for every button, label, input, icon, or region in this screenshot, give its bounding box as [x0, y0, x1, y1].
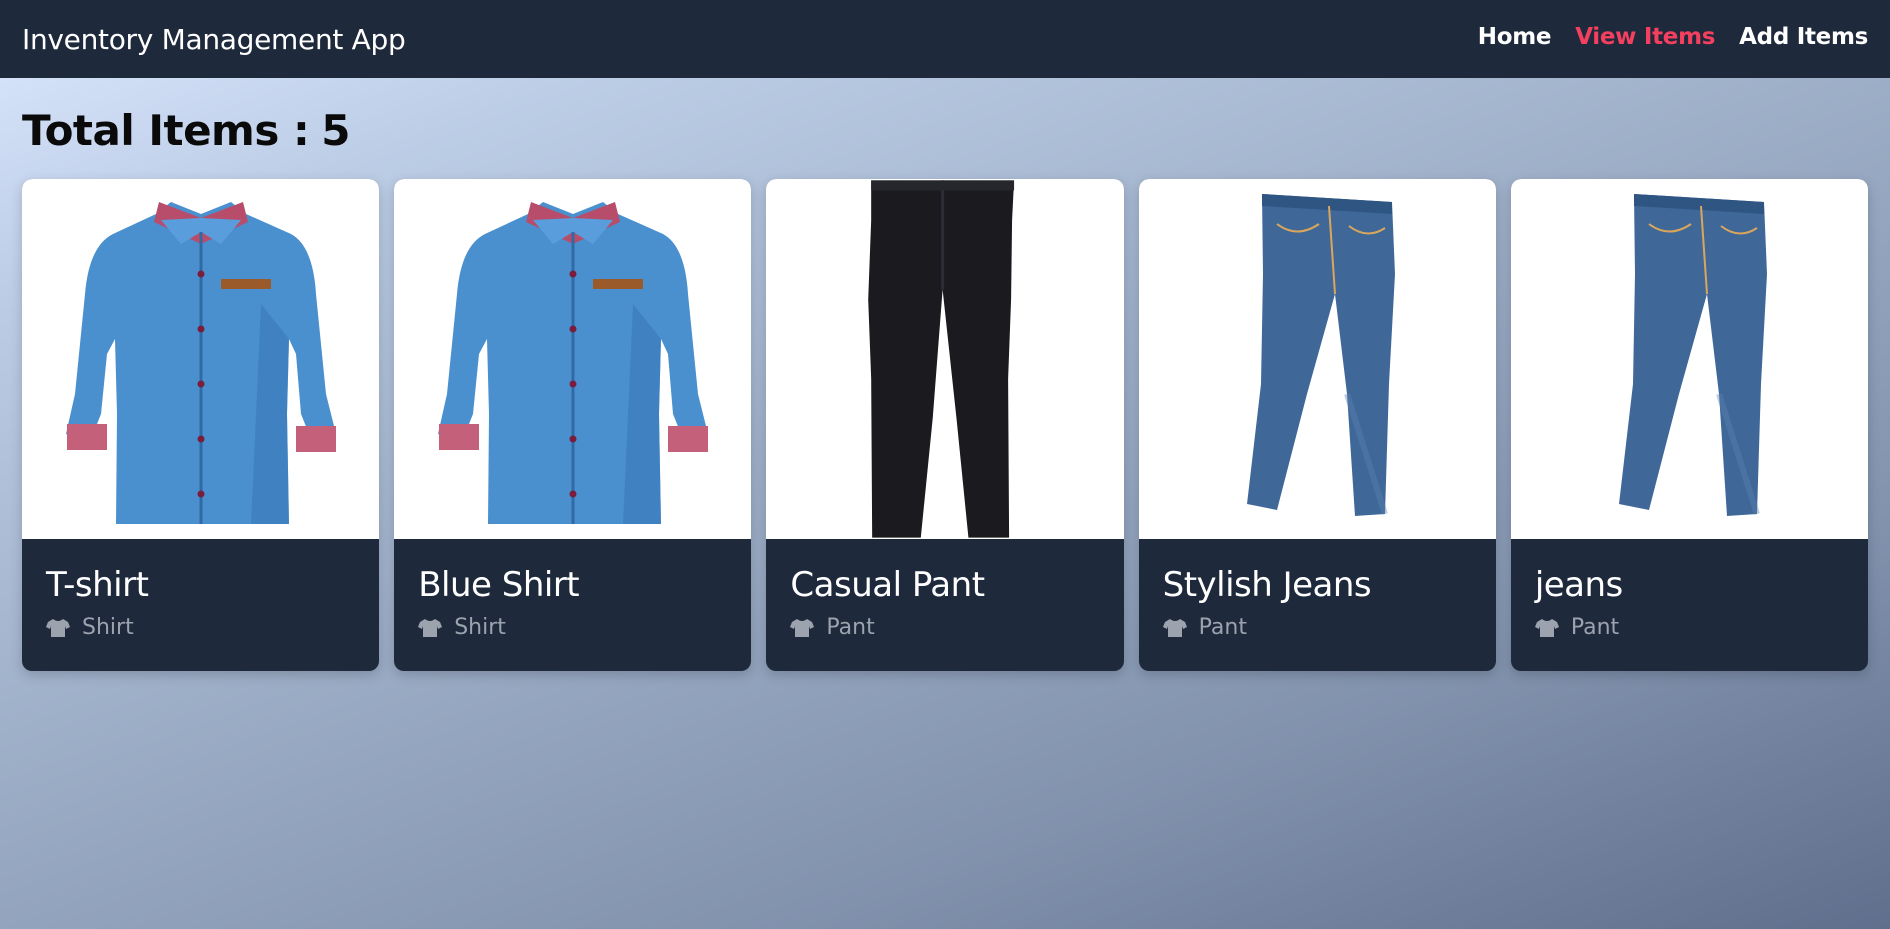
item-card[interactable]: Casual Pant Pant	[766, 179, 1124, 671]
item-image-black-pant	[766, 179, 1124, 539]
item-category-label: Pant	[826, 615, 875, 640]
item-name: jeans	[1534, 565, 1623, 605]
item-category: Pant	[790, 615, 1099, 640]
tshirt-icon	[1162, 618, 1187, 637]
tshirt-icon	[46, 618, 70, 637]
item-image-blue-jeans	[1138, 179, 1496, 539]
item-card-body: Casual Pant Pant	[766, 539, 1123, 666]
tshirt-icon	[418, 618, 443, 637]
tshirt-icon	[1534, 618, 1559, 637]
total-items-count: 5	[321, 106, 350, 155]
item-image-denim-shirt	[22, 179, 380, 539]
nav-add-items-link[interactable]: Add Items	[1739, 24, 1868, 50]
item-card-body: jeans Pant	[1511, 539, 1868, 666]
item-card[interactable]: Blue Shirt Shirt	[394, 179, 752, 671]
item-card[interactable]: T-shirt Shirt	[22, 179, 380, 671]
item-name: Stylish Jeans	[1162, 565, 1372, 605]
item-name: Casual Pant	[790, 565, 985, 605]
item-image-blue-jeans	[1510, 179, 1869, 539]
item-name: T-shirt	[46, 565, 149, 605]
total-items-label: Total Items :	[22, 106, 310, 155]
item-category: Shirt	[418, 615, 727, 640]
item-category-label: Shirt	[454, 615, 506, 640]
total-items-heading: Total Items : 5	[22, 106, 1868, 155]
item-category: Shirt	[46, 615, 355, 640]
navbar: Inventory Management App Home View Items…	[0, 0, 1890, 78]
item-category: Pant	[1162, 615, 1472, 640]
nav-home-link[interactable]: Home	[1478, 24, 1552, 50]
main-content: Total Items : 5 T-shirt Shirt Blue Shirt…	[0, 78, 1890, 699]
item-category: Pant	[1534, 615, 1844, 640]
tshirt-icon	[790, 618, 815, 637]
item-image-denim-shirt	[394, 179, 752, 539]
item-category-label: Shirt	[82, 615, 134, 640]
item-category-label: Pant	[1198, 615, 1247, 640]
item-category-label: Pant	[1570, 615, 1620, 640]
item-card[interactable]: Stylish Jeans Pant	[1138, 179, 1496, 671]
nav-links: Home View Items Add Items	[1478, 24, 1869, 50]
item-name: Blue Shirt	[418, 565, 580, 605]
app-title: Inventory Management App	[22, 22, 406, 56]
item-card[interactable]: jeans Pant	[1510, 179, 1869, 671]
item-card-body: Blue Shirt Shirt	[394, 539, 751, 666]
nav-view-items-link[interactable]: View Items	[1575, 24, 1715, 50]
item-card-body: T-shirt Shirt	[22, 539, 379, 666]
items-grid: T-shirt Shirt Blue Shirt Shirt Casual Pa…	[22, 179, 1869, 671]
item-card-body: Stylish Jeans Pant	[1139, 539, 1496, 666]
